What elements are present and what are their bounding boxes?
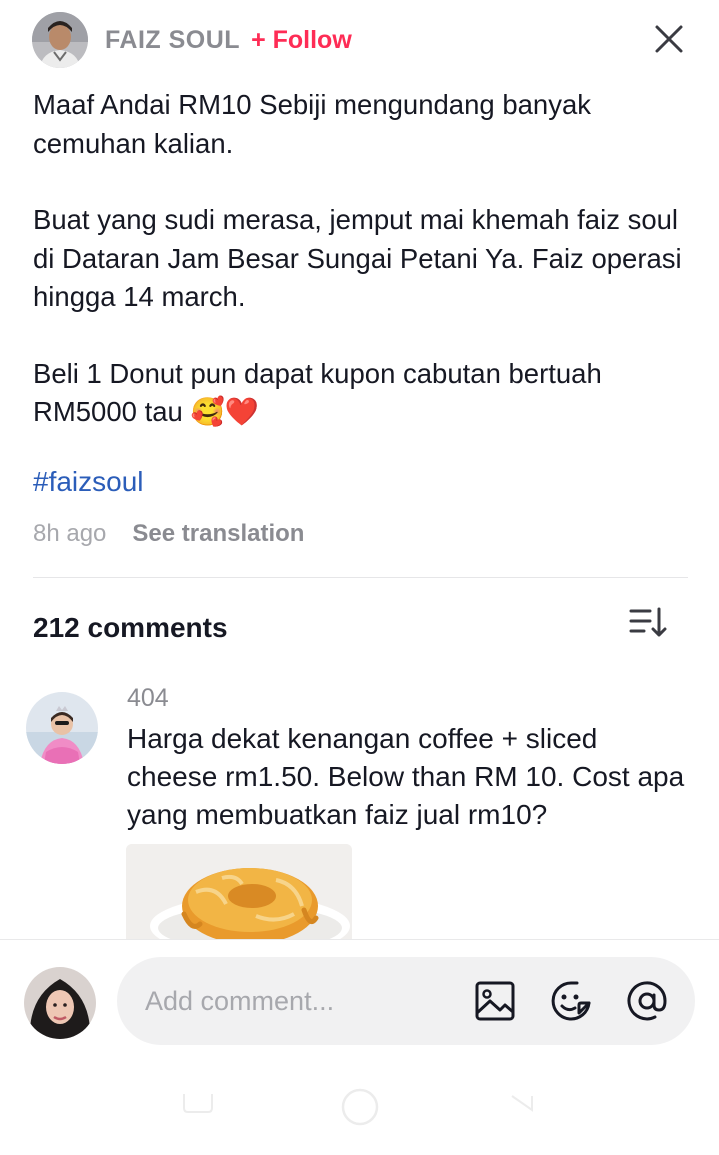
post-header: FAIZ SOUL + Follow (32, 12, 692, 68)
comments-count: 212 comments (33, 612, 228, 643)
comment-input[interactable] (145, 981, 445, 1021)
comment-text: Harga dekat kenangan coffee + sliced che… (127, 723, 685, 830)
see-translation-button[interactable]: See translation (132, 520, 304, 548)
close-icon[interactable] (646, 16, 692, 62)
post-caption: Maaf Andai RM10 Sebiji mengundang banyak… (33, 86, 693, 432)
divider (33, 577, 688, 578)
author-avatar[interactable] (32, 12, 88, 68)
hashtag-link[interactable]: #faizsoul (33, 466, 144, 498)
author-name[interactable]: FAIZ SOUL (105, 26, 240, 55)
post-meta: 8h ago See translation (33, 520, 304, 548)
image-icon[interactable] (473, 979, 517, 1023)
follow-button[interactable]: + Follow (251, 26, 352, 55)
sort-icon[interactable] (628, 605, 668, 641)
comment-image[interactable] (126, 844, 352, 940)
commenter-avatar[interactable] (26, 692, 98, 764)
caption-paragraph: Beli 1 Donut pun dapat kupon cabutan ber… (33, 357, 602, 428)
caption-paragraph: Maaf Andai RM10 Sebiji mengundang banyak… (33, 89, 592, 159)
emoji-icon[interactable] (549, 979, 593, 1023)
post-time: 8h ago (33, 520, 107, 547)
comment-sheet: FAIZ SOUL + Follow Maaf Andai RM10 Sebij… (0, 0, 719, 1155)
comment-input-pill[interactable] (117, 957, 695, 1045)
my-avatar (24, 967, 96, 1039)
caption-paragraph: Buat yang sudi merasa, jemput mai khemah… (33, 204, 682, 312)
commenter-username[interactable]: 404 (127, 684, 169, 713)
at-mention-icon[interactable] (625, 979, 669, 1023)
system-navigation-bar (0, 1080, 719, 1140)
